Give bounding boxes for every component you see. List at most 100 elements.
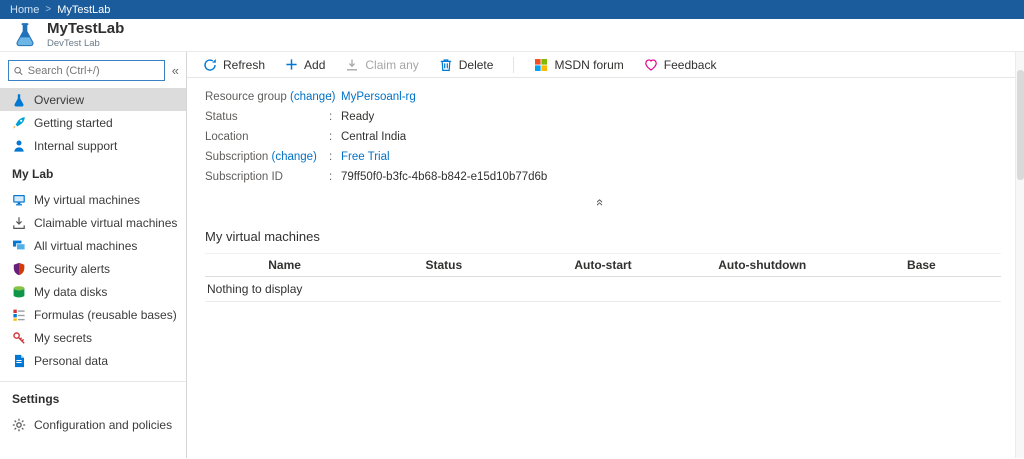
disks-icon bbox=[12, 285, 26, 299]
column-header-status[interactable]: Status bbox=[364, 258, 523, 272]
monitors-stack-icon bbox=[12, 239, 26, 253]
sidebar-item-all-virtual-machines[interactable]: All virtual machines bbox=[0, 234, 186, 257]
property-resource-group: Resource group (change) : MyPersoanl-rg bbox=[205, 87, 1015, 107]
claim-any-button[interactable]: Claim any bbox=[345, 57, 419, 72]
toolbar-divider bbox=[513, 56, 515, 73]
main-content: Refresh Add Claim any Delete MSDN forum … bbox=[187, 52, 1015, 458]
sidebar-item-configuration-and-policies[interactable]: Configuration and policies bbox=[0, 413, 186, 436]
key-icon bbox=[12, 331, 26, 345]
property-subscription: Subscription (change) : Free Trial bbox=[205, 147, 1015, 167]
rocket-icon bbox=[12, 116, 26, 130]
add-label: Add bbox=[304, 57, 326, 72]
sidebar-item-getting-started[interactable]: Getting started bbox=[0, 111, 186, 134]
heart-icon bbox=[644, 58, 657, 71]
sidebar-item-label: Claimable virtual machines bbox=[34, 215, 178, 230]
document-icon bbox=[12, 354, 26, 368]
sidebar-item-overview[interactable]: Overview bbox=[0, 88, 186, 111]
sidebar-item-label: Internal support bbox=[34, 138, 118, 153]
sidebar-item-claimable-virtual-machines[interactable]: Claimable virtual machines bbox=[0, 211, 186, 234]
column-header-name[interactable]: Name bbox=[205, 258, 364, 272]
formula-list-icon bbox=[12, 308, 26, 322]
feedback-label: Feedback bbox=[663, 57, 717, 72]
location-value: Central India bbox=[341, 131, 407, 143]
delete-label: Delete bbox=[458, 57, 494, 72]
sidebar-item-my-virtual-machines[interactable]: My virtual machines bbox=[0, 188, 186, 211]
refresh-button[interactable]: Refresh bbox=[203, 58, 265, 72]
delete-button[interactable]: Delete bbox=[439, 57, 494, 72]
download-tray-icon bbox=[12, 216, 26, 230]
shield-icon bbox=[12, 262, 26, 276]
vertical-scrollbar[interactable] bbox=[1015, 52, 1024, 458]
property-subscription-id: Subscription ID : 79ff50f0-b3fc-4b68-b84… bbox=[205, 167, 1015, 187]
breadcrumb: Home > MyTestLab bbox=[0, 0, 1024, 19]
search-box[interactable] bbox=[8, 60, 165, 81]
sidebar-item-label: Security alerts bbox=[34, 261, 111, 276]
sidebar-section-my-lab: My Lab bbox=[12, 167, 54, 181]
msdn-forum-button[interactable]: MSDN forum bbox=[534, 57, 624, 72]
colon: : bbox=[329, 91, 333, 103]
sidebar: « Overview Getting started bbox=[0, 52, 187, 458]
vm-table: Name Status Auto-start Auto-shutdown Bas… bbox=[205, 253, 1001, 302]
status-label: Status bbox=[205, 111, 238, 123]
essentials-collapse-row: « bbox=[187, 187, 1015, 214]
subscription-value-link[interactable]: Free Trial bbox=[341, 151, 390, 163]
sidebar-item-internal-support[interactable]: Internal support bbox=[0, 134, 186, 157]
page-title: MyTestLab bbox=[47, 20, 125, 38]
column-header-base[interactable]: Base bbox=[842, 258, 1001, 272]
page-header: MyTestLab DevTest Lab bbox=[0, 19, 1024, 52]
location-label: Location bbox=[205, 131, 249, 143]
search-icon bbox=[14, 66, 23, 75]
sidebar-search-row: « bbox=[0, 58, 186, 88]
vm-table-header: Name Status Auto-start Auto-shutdown Bas… bbox=[205, 253, 1001, 277]
column-header-auto-shutdown[interactable]: Auto-shutdown bbox=[683, 258, 842, 272]
subscription-label: Subscription bbox=[205, 151, 269, 163]
colon: : bbox=[329, 131, 333, 143]
sidebar-item-label: My secrets bbox=[34, 330, 93, 345]
scrollbar-thumb[interactable] bbox=[1017, 70, 1024, 180]
sidebar-item-my-secrets[interactable]: My secrets bbox=[0, 326, 186, 349]
subscription-change-link[interactable]: (change) bbox=[272, 151, 317, 163]
command-bar: Refresh Add Claim any Delete MSDN forum … bbox=[187, 52, 1015, 78]
status-value: Ready bbox=[341, 111, 375, 123]
sidebar-item-my-data-disks[interactable]: My data disks bbox=[0, 280, 186, 303]
resource-group-value-link[interactable]: MyPersoanl-rg bbox=[341, 91, 416, 103]
property-location: Location : Central India bbox=[205, 127, 1015, 147]
subscription-id-value: 79ff50f0-b3fc-4b68-b842-e15d10b77d6b bbox=[341, 171, 548, 183]
colon: : bbox=[329, 151, 333, 163]
property-label: Subscription (change) bbox=[205, 151, 329, 163]
plus-icon bbox=[286, 59, 297, 70]
sidebar-item-personal-data[interactable]: Personal data bbox=[0, 349, 186, 372]
azure-portal-window: Home > MyTestLab MyTestLab DevTest Lab S… bbox=[0, 0, 1024, 459]
property-label: Resource group (change) bbox=[205, 91, 335, 103]
sidebar-item-label: My virtual machines bbox=[34, 192, 141, 207]
overview-icon bbox=[12, 93, 26, 107]
subscription-id-label: Subscription ID bbox=[205, 171, 283, 183]
sidebar-item-security-alerts[interactable]: Security alerts bbox=[0, 257, 186, 280]
sidebar-item-label: Formulas (reusable bases) bbox=[34, 307, 177, 322]
breadcrumb-current: MyTestLab bbox=[57, 3, 111, 16]
sidebar-collapse-button[interactable]: « bbox=[170, 63, 181, 78]
gear-icon bbox=[12, 418, 26, 432]
add-button[interactable]: Add bbox=[285, 58, 325, 72]
sidebar-item-label: All virtual machines bbox=[34, 238, 138, 253]
msdn-forum-icon bbox=[535, 58, 548, 71]
sidebar-section-settings: Settings bbox=[12, 392, 60, 406]
refresh-label: Refresh bbox=[223, 57, 266, 72]
breadcrumb-home-link[interactable]: Home bbox=[10, 4, 39, 16]
msdn-forum-label: MSDN forum bbox=[554, 57, 624, 72]
essentials-collapse-button[interactable]: « bbox=[593, 199, 608, 206]
column-header-auto-start[interactable]: Auto-start bbox=[523, 258, 682, 272]
resource-group-label: Resource group bbox=[205, 91, 287, 103]
feedback-button[interactable]: Feedback bbox=[644, 57, 717, 72]
essentials-panel: Resource group (change) : MyPersoanl-rg … bbox=[187, 78, 1015, 187]
vm-table-empty-row: Nothing to display bbox=[205, 277, 1001, 302]
sidebar-item-label: Overview bbox=[34, 92, 85, 107]
sidebar-item-formulas[interactable]: Formulas (reusable bases) bbox=[0, 303, 186, 326]
body: « Overview Getting started bbox=[0, 52, 1024, 458]
claim-any-label: Claim any bbox=[365, 57, 419, 72]
search-input[interactable] bbox=[27, 64, 160, 77]
person-icon bbox=[12, 139, 26, 153]
empty-message: Nothing to display bbox=[207, 282, 303, 296]
refresh-icon bbox=[204, 58, 216, 71]
sidebar-item-label: Personal data bbox=[34, 353, 109, 368]
